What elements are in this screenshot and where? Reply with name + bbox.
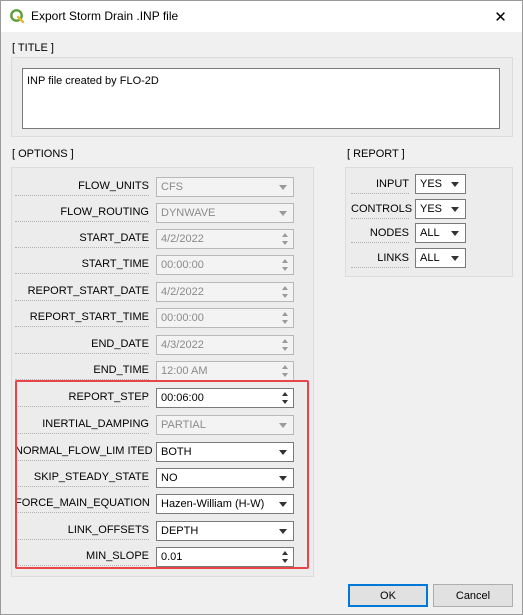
spin-down-icon xyxy=(282,373,288,377)
highlight-box xyxy=(15,380,309,569)
option-value: 4/2/2022 xyxy=(161,233,204,245)
title-section-label: [ TITLE ] xyxy=(12,42,54,54)
chevron-down-icon xyxy=(279,211,287,216)
window-title: Export Storm Drain .INP file xyxy=(31,9,179,23)
report-dropdown-input[interactable]: YES xyxy=(415,174,466,194)
label-underline xyxy=(15,300,149,301)
option-spinbox-start-time: 00:00:00 xyxy=(156,255,294,275)
label-underline xyxy=(351,218,409,219)
spin-arrows-icon xyxy=(279,231,292,247)
spin-arrows-icon xyxy=(279,257,292,273)
option-label-flow-routing: FLOW_ROUTING xyxy=(15,206,149,222)
option-value: 4/3/2022 xyxy=(161,339,204,351)
option-value: CFS xyxy=(161,181,183,193)
spin-up-icon xyxy=(282,365,288,369)
report-label-controls: CONTROLS xyxy=(351,203,412,219)
spin-down-icon xyxy=(282,241,288,245)
option-spinbox-start-date: 4/2/2022 xyxy=(156,229,294,249)
report-dropdown-links[interactable]: ALL xyxy=(415,248,466,268)
option-spinbox-report-start-time: 00:00:00 xyxy=(156,308,294,328)
chevron-down-icon[interactable] xyxy=(451,182,459,187)
chevron-down-icon[interactable] xyxy=(451,256,459,261)
label-underline xyxy=(15,273,149,274)
spin-up-icon xyxy=(282,312,288,316)
option-spinbox-end-date: 4/3/2022 xyxy=(156,335,294,355)
spin-down-icon xyxy=(282,294,288,298)
label-underline xyxy=(15,353,149,354)
report-label-links: LINKS xyxy=(351,252,409,268)
option-label-end-date: END_DATE xyxy=(15,338,149,354)
option-spinbox-end-time: 12:00 AM xyxy=(156,361,294,381)
label-underline xyxy=(15,195,149,196)
spin-up-icon xyxy=(282,233,288,237)
chevron-down-icon[interactable] xyxy=(451,231,459,236)
spin-arrows-icon xyxy=(279,337,292,353)
ok-button[interactable]: OK xyxy=(348,584,428,607)
label-underline xyxy=(15,247,149,248)
option-label-report-start-time: REPORT_START_TIME xyxy=(15,311,149,327)
spin-down-icon xyxy=(282,267,288,271)
spin-down-icon xyxy=(282,320,288,324)
option-label-start-time: START_TIME xyxy=(15,258,149,274)
close-icon: ✕ xyxy=(494,8,507,26)
option-spinbox-report-start-date: 4/2/2022 xyxy=(156,282,294,302)
spin-arrows-icon xyxy=(279,310,292,326)
title-text-input[interactable] xyxy=(22,68,500,129)
report-dropdown-controls[interactable]: YES xyxy=(415,199,466,219)
label-underline xyxy=(15,221,149,222)
option-dropdown-flow-units: CFS xyxy=(156,177,294,197)
report-label-input: INPUT xyxy=(351,178,409,194)
spin-up-icon xyxy=(282,339,288,343)
option-label-flow-units: FLOW_UNITS xyxy=(15,180,149,196)
option-value: DYNWAVE xyxy=(161,207,216,219)
cancel-button[interactable]: Cancel xyxy=(433,584,513,607)
report-section-label: [ REPORT ] xyxy=(347,148,405,160)
label-underline xyxy=(351,242,409,243)
title-bar: Export Storm Drain .INP file ✕ xyxy=(1,1,522,32)
chevron-down-icon xyxy=(279,185,287,190)
option-value: 4/2/2022 xyxy=(161,286,204,298)
label-underline xyxy=(351,193,409,194)
spin-down-icon xyxy=(282,347,288,351)
option-value: 00:00:00 xyxy=(161,259,204,271)
option-dropdown-flow-routing: DYNWAVE xyxy=(156,203,294,223)
report-value: YES xyxy=(420,178,443,190)
export-dialog: Export Storm Drain .INP file ✕ [ TITLE ]… xyxy=(0,0,523,615)
report-value: ALL xyxy=(420,252,440,264)
options-section-label: [ OPTIONS ] xyxy=(12,148,74,160)
qgis-logo-icon xyxy=(10,9,24,23)
close-button[interactable]: ✕ xyxy=(479,1,522,32)
spin-arrows-icon xyxy=(279,363,292,379)
report-value: ALL xyxy=(420,227,440,239)
label-underline xyxy=(15,326,149,327)
label-underline xyxy=(351,267,409,268)
option-label-start-date: START_DATE xyxy=(15,232,149,248)
chevron-down-icon[interactable] xyxy=(451,207,459,212)
spin-arrows-icon xyxy=(279,284,292,300)
report-label-nodes: NODES xyxy=(351,227,409,243)
option-label-end-time: END_TIME xyxy=(15,364,149,380)
report-dropdown-nodes[interactable]: ALL xyxy=(415,223,466,243)
report-value: YES xyxy=(420,203,443,215)
spin-up-icon xyxy=(282,259,288,263)
option-value: 00:00:00 xyxy=(161,312,204,324)
spin-up-icon xyxy=(282,286,288,290)
option-label-report-start-date: REPORT_START_DATE xyxy=(15,285,149,301)
option-value: 12:00 AM xyxy=(161,365,208,377)
